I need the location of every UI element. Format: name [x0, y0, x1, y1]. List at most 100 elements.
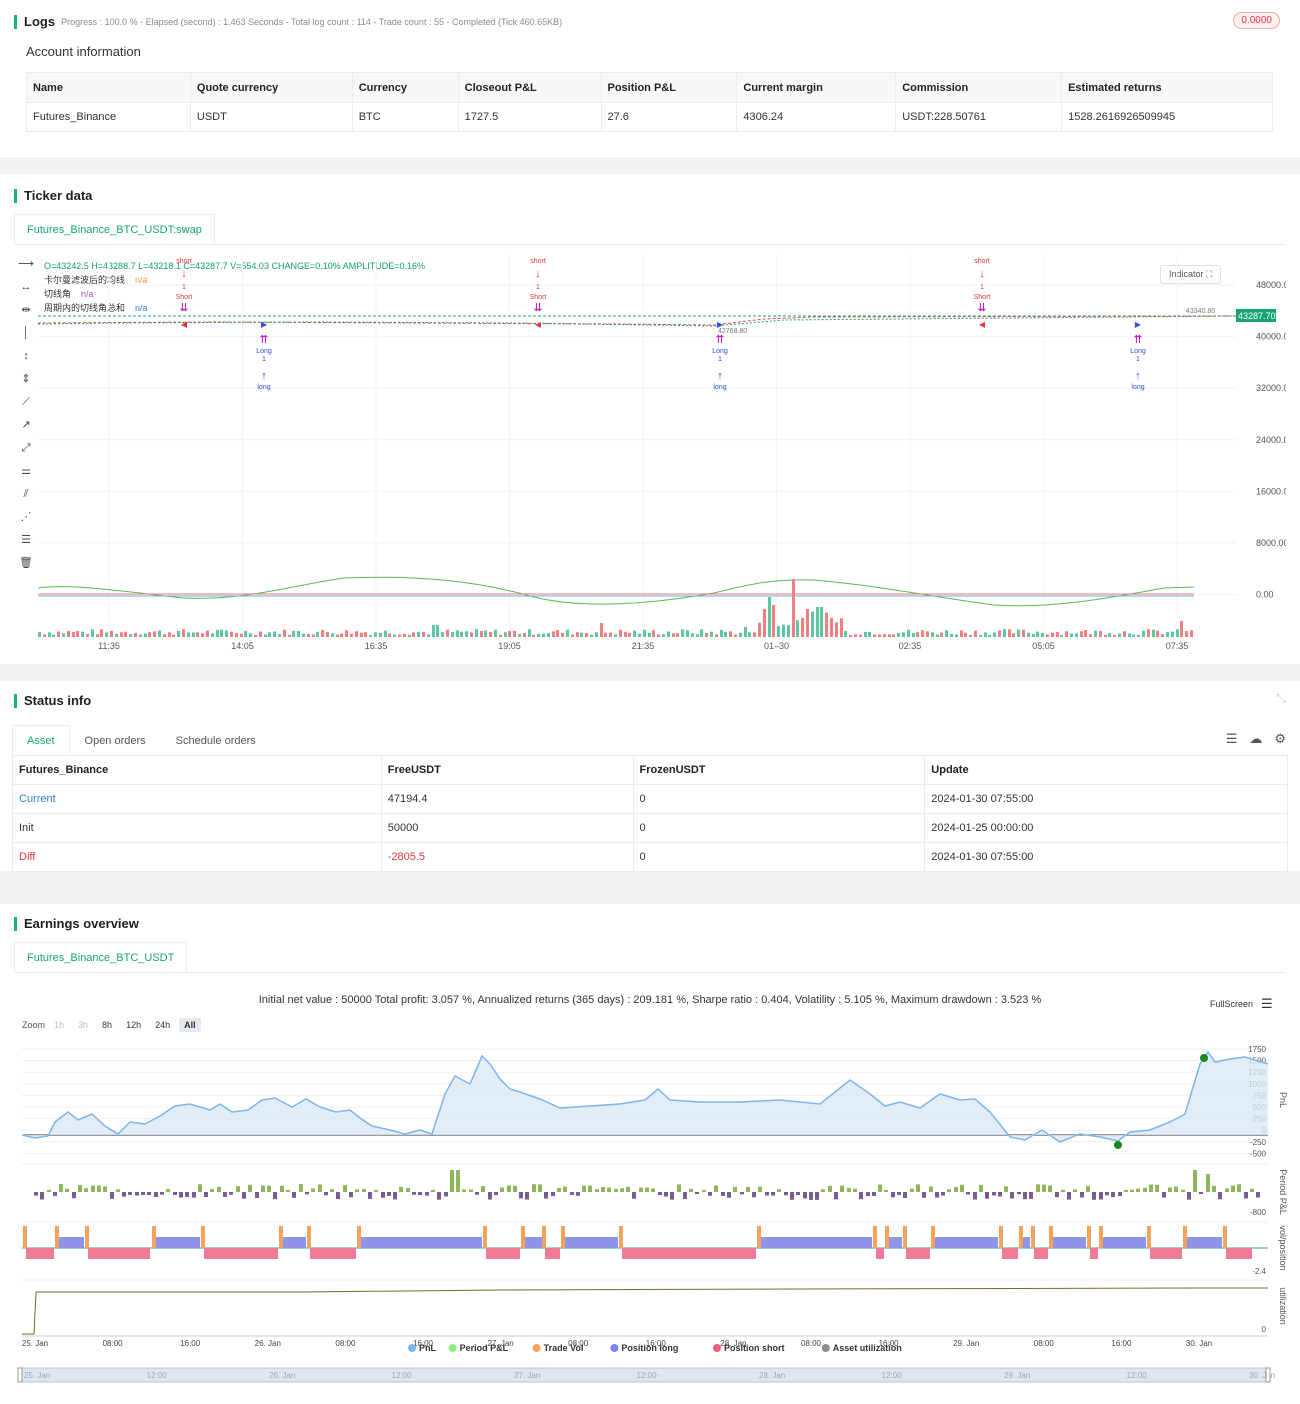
volume-bar	[700, 629, 703, 637]
volume-bar	[1180, 621, 1183, 637]
earnings-panel: Earnings overview Futures_Binance_BTC_US…	[0, 904, 1300, 1404]
legend-item[interactable]: Position long	[621, 1343, 678, 1353]
position-short-bar	[204, 1248, 278, 1259]
volume-bar	[278, 634, 281, 637]
period-pnl-bar	[973, 1192, 977, 1200]
period-pnl-bar	[632, 1192, 636, 1199]
vol-y-tick: -2.4	[1252, 1267, 1266, 1276]
period-pnl-bar	[582, 1185, 586, 1192]
volume-bar	[115, 633, 118, 637]
expand-icon[interactable]: ⤡	[1276, 691, 1286, 706]
period-pnl-bar	[645, 1187, 649, 1192]
volume-bar	[43, 634, 46, 637]
volume-bar	[254, 634, 257, 637]
period-pnl-bar	[507, 1185, 511, 1192]
volume-bar	[566, 629, 569, 637]
x-axis-tick: 07:35	[1166, 641, 1189, 651]
volume-bar	[936, 634, 939, 637]
period-pnl-bar	[116, 1189, 120, 1192]
util-y-tick: 0	[1262, 1325, 1267, 1334]
legend-item[interactable]: Asset utilization	[833, 1343, 902, 1353]
tab-open-orders[interactable]: Open orders	[70, 725, 161, 755]
tab-schedule-orders[interactable]: Schedule orders	[161, 725, 271, 755]
account-cell: Futures_Binance	[26, 102, 191, 132]
volume-bar	[864, 632, 867, 637]
volume-bar	[403, 633, 406, 637]
long-signal-label: long	[1131, 384, 1144, 391]
period-pnl-bar	[746, 1187, 750, 1192]
legend-marker-icon	[408, 1344, 416, 1352]
navigator-handle-right[interactable]	[1265, 1367, 1271, 1383]
volume-bar	[777, 626, 780, 637]
volume-bar	[331, 633, 334, 637]
signal-count: 1	[718, 356, 722, 363]
logs-title: Logs	[24, 14, 56, 29]
gear-icon[interactable]: ⚙	[1274, 731, 1286, 747]
volume-bar	[484, 630, 487, 637]
volume-bar	[312, 634, 315, 637]
signal-count: 1	[1136, 356, 1140, 363]
asset-col-header: Futures_Binance	[12, 755, 382, 785]
long-signal-label: long	[257, 384, 270, 391]
trade-vol-bar	[903, 1226, 907, 1248]
earnings-chart-svg: 17501500125010007505002500-250-500-800-2…	[17, 1045, 1288, 1383]
period-pnl-bar	[1048, 1185, 1052, 1192]
legend-item[interactable]: PnL	[419, 1343, 437, 1353]
volume-bar	[523, 633, 526, 637]
cloud-download-icon[interactable]: ☁	[1249, 731, 1262, 747]
volume-bar	[187, 632, 190, 637]
volume-bar	[388, 633, 391, 637]
tab-ticker-swap[interactable]: Futures_Binance_BTC_USDT:swap	[14, 214, 215, 244]
volume-bar	[1108, 633, 1111, 637]
list-icon[interactable]: ☰	[1226, 731, 1238, 747]
axis-title: Period P&L	[1278, 1169, 1288, 1215]
log-count-badge[interactable]: 0.0000	[1233, 12, 1280, 29]
volume-bar	[172, 634, 175, 637]
volume-bar	[806, 609, 809, 637]
asset-col-header: FreeUSDT	[380, 755, 634, 785]
x-axis-tick: 19:05	[498, 641, 521, 651]
volume-bar	[859, 634, 862, 637]
volume-bar	[1012, 633, 1015, 637]
signal-count: 1	[536, 284, 540, 291]
volume-bar	[969, 634, 972, 637]
pnl-y-tick: -250	[1250, 1138, 1267, 1147]
asset-col-header: FrozenUSDT	[632, 755, 926, 785]
volume-bar	[1070, 633, 1073, 637]
volume-bar	[1003, 629, 1006, 637]
period-pnl-bar	[884, 1189, 888, 1192]
period-pnl-bar	[866, 1192, 870, 1197]
position-short-bar	[486, 1248, 520, 1259]
volume-bar	[854, 634, 857, 637]
short-arrow-icon: ⇊	[533, 302, 542, 314]
volume-bar	[643, 629, 646, 637]
legend-item[interactable]: Trade Vol	[544, 1343, 584, 1353]
period-pnl-bar	[349, 1192, 353, 1198]
period-pnl-bar	[122, 1192, 126, 1197]
tab-asset[interactable]: Asset	[12, 725, 70, 755]
period-pnl-bar	[1118, 1192, 1122, 1197]
period-pnl-bar	[538, 1184, 542, 1192]
volume-bar	[614, 634, 617, 637]
volume-bar	[844, 630, 847, 637]
volume-bar	[206, 630, 209, 637]
volume-bar	[1128, 633, 1131, 637]
short-signal-label: short	[974, 258, 990, 265]
asset-cell: 2024-01-30 07:55:00	[924, 784, 1288, 814]
volume-bar	[758, 622, 761, 637]
candlestick-chart-area[interactable]: ⟶ ↔ ⇹ │ ↕ ⇕ ⟋ ↗ ⤢ ⚌ ⫽ ⋰ ☰ 🗑 O=43242.5 H=…	[14, 244, 1286, 656]
asset-cell: Init	[12, 813, 382, 843]
period-pnl-bar	[173, 1192, 177, 1195]
period-pnl-bar	[500, 1187, 504, 1192]
period-pnl-bar	[532, 1184, 536, 1192]
volume-bar	[432, 625, 435, 637]
legend-item[interactable]: Position short	[724, 1343, 785, 1353]
volume-bar	[1056, 631, 1059, 637]
volume-bar	[796, 620, 799, 637]
legend-item[interactable]: Period P&L	[460, 1343, 509, 1353]
navigator-handle-left[interactable]	[17, 1367, 23, 1383]
period-pnl-bar	[210, 1189, 214, 1192]
volume-bar	[302, 633, 305, 637]
period-pnl-bar	[702, 1189, 706, 1192]
signal-count: 1	[182, 284, 186, 291]
